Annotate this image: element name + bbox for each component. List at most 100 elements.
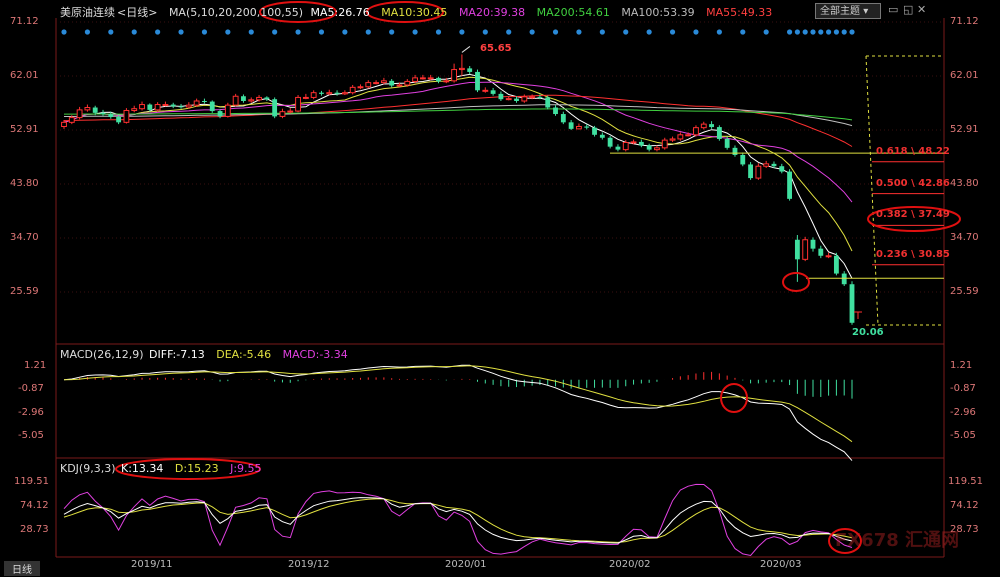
candle-body [630, 141, 637, 144]
candle-body [272, 99, 278, 117]
candle-body [451, 69, 458, 82]
candle-body [116, 117, 122, 123]
signal-dot [272, 29, 278, 35]
period-tab-daily[interactable]: 日线 [4, 561, 40, 576]
candle-body [849, 284, 855, 323]
candle-body [193, 100, 200, 106]
candle-body [529, 96, 536, 99]
signal-dot [552, 29, 559, 35]
candle-body [334, 92, 340, 94]
kdj-y-tick-left: 28.73 [20, 524, 49, 535]
candle-body [365, 82, 372, 88]
candle-body [755, 165, 762, 179]
candle-body [568, 122, 574, 129]
candle-body [560, 114, 566, 123]
x-tick-label: 2019/12 [288, 559, 330, 570]
moving-average-lines [63, 73, 853, 279]
candle-body [833, 255, 839, 274]
macd-macd-value: MACD:-3.34 [282, 348, 348, 361]
candle-body [709, 124, 714, 128]
y-tick-left: 43.80 [10, 178, 39, 189]
signal-dot [225, 29, 231, 35]
ma100-value: MA100:53.39 [621, 6, 695, 19]
candle-body [490, 90, 496, 94]
kdj-j-value: J:9.55 [230, 462, 262, 475]
y-tick-right: 34.70 [950, 232, 979, 243]
candle-body [700, 123, 707, 129]
theme-dropdown[interactable]: 全部主题 ▾ [815, 3, 881, 19]
candle-body [427, 77, 434, 80]
kdj-y-tick-left: 74.12 [20, 500, 49, 511]
signal-dot [318, 29, 325, 35]
candle-body [217, 111, 223, 117]
signal-dot [131, 29, 137, 35]
candle-body [825, 255, 832, 258]
fib-level-0618: 0.618 \ 48.22 [876, 146, 950, 157]
signal-dot [61, 29, 67, 35]
macd-y-tick-right: -0.87 [950, 383, 976, 394]
candle-body [326, 92, 333, 95]
candle-body [185, 104, 192, 108]
candle-body [436, 77, 441, 82]
kdj-y-tick-left: 119.51 [14, 476, 49, 487]
candle-body [545, 97, 551, 108]
kdj-y-tick-right: 74.12 [950, 500, 979, 511]
candle-body [787, 171, 793, 199]
candle-body [396, 84, 403, 87]
candle-body [443, 80, 450, 83]
macd-y-tick-left: 1.21 [24, 360, 47, 371]
ma10-line [63, 76, 853, 252]
candle-body [716, 127, 722, 139]
fib-level-0236: 0.236 \ 30.85 [876, 249, 950, 260]
ma55-value: MA55:49.33 [706, 6, 773, 19]
candle-body [389, 80, 395, 86]
candle-body [802, 239, 809, 260]
macd-y-tick-right: -5.05 [950, 430, 976, 441]
ma55-line [63, 94, 853, 147]
kdj-panel-header: KDJ(9,3,3) K:13.34 D:15.23 J:9.55 [60, 462, 270, 475]
ma10-value: MA10:30.45 [381, 6, 448, 19]
candle-body [295, 96, 301, 112]
signal-dot [599, 29, 605, 35]
signal-dot [786, 29, 793, 35]
candle-body [771, 163, 777, 167]
candle-body [380, 80, 387, 84]
signal-dot [201, 29, 208, 35]
candle-body [779, 166, 785, 172]
period-label[interactable]: <日线> [117, 6, 157, 19]
minimize-icon[interactable]: ▭ [888, 3, 898, 16]
watermark-logo: FX678 汇通网 [835, 530, 960, 551]
candle-body [131, 108, 138, 111]
signal-dot [108, 29, 114, 35]
signal-dot [669, 29, 676, 35]
y-tick-left: 71.12 [10, 16, 39, 27]
candle-body [615, 146, 621, 150]
signal-dot [740, 29, 746, 35]
signal-dot [763, 29, 769, 35]
signal-dot [529, 29, 535, 35]
candle-body [521, 96, 528, 102]
candle-body [592, 127, 597, 135]
candle-body [537, 96, 543, 98]
macd-y-tick-left: -5.05 [18, 430, 44, 441]
x-tick-label: 2020/02 [609, 559, 651, 570]
kdj-params: KDJ(9,3,3) [60, 462, 116, 475]
macd-diff-value: DIFF:-7.13 [149, 348, 205, 361]
candle-body [302, 96, 309, 99]
ring-price-low [782, 272, 810, 292]
signal-dot [802, 29, 808, 35]
close-icon[interactable]: ✕ [917, 3, 926, 16]
ma-params: MA(5,10,20,200,100,55) [168, 6, 303, 19]
candle-body [100, 112, 106, 115]
restore-icon[interactable]: ◱ [903, 3, 913, 16]
candle-body [178, 106, 184, 108]
signal-dot [693, 29, 699, 35]
candle-body [669, 138, 676, 141]
macd-dea-value: DEA:-5.46 [216, 348, 272, 361]
candle-body [310, 92, 317, 98]
candle-body [170, 104, 176, 107]
macd-params: MACD(26,12,9) [60, 348, 144, 361]
price-chart-canvas[interactable] [0, 0, 1000, 577]
candle-body [724, 138, 730, 148]
y-tick-left: 25.59 [10, 286, 39, 297]
